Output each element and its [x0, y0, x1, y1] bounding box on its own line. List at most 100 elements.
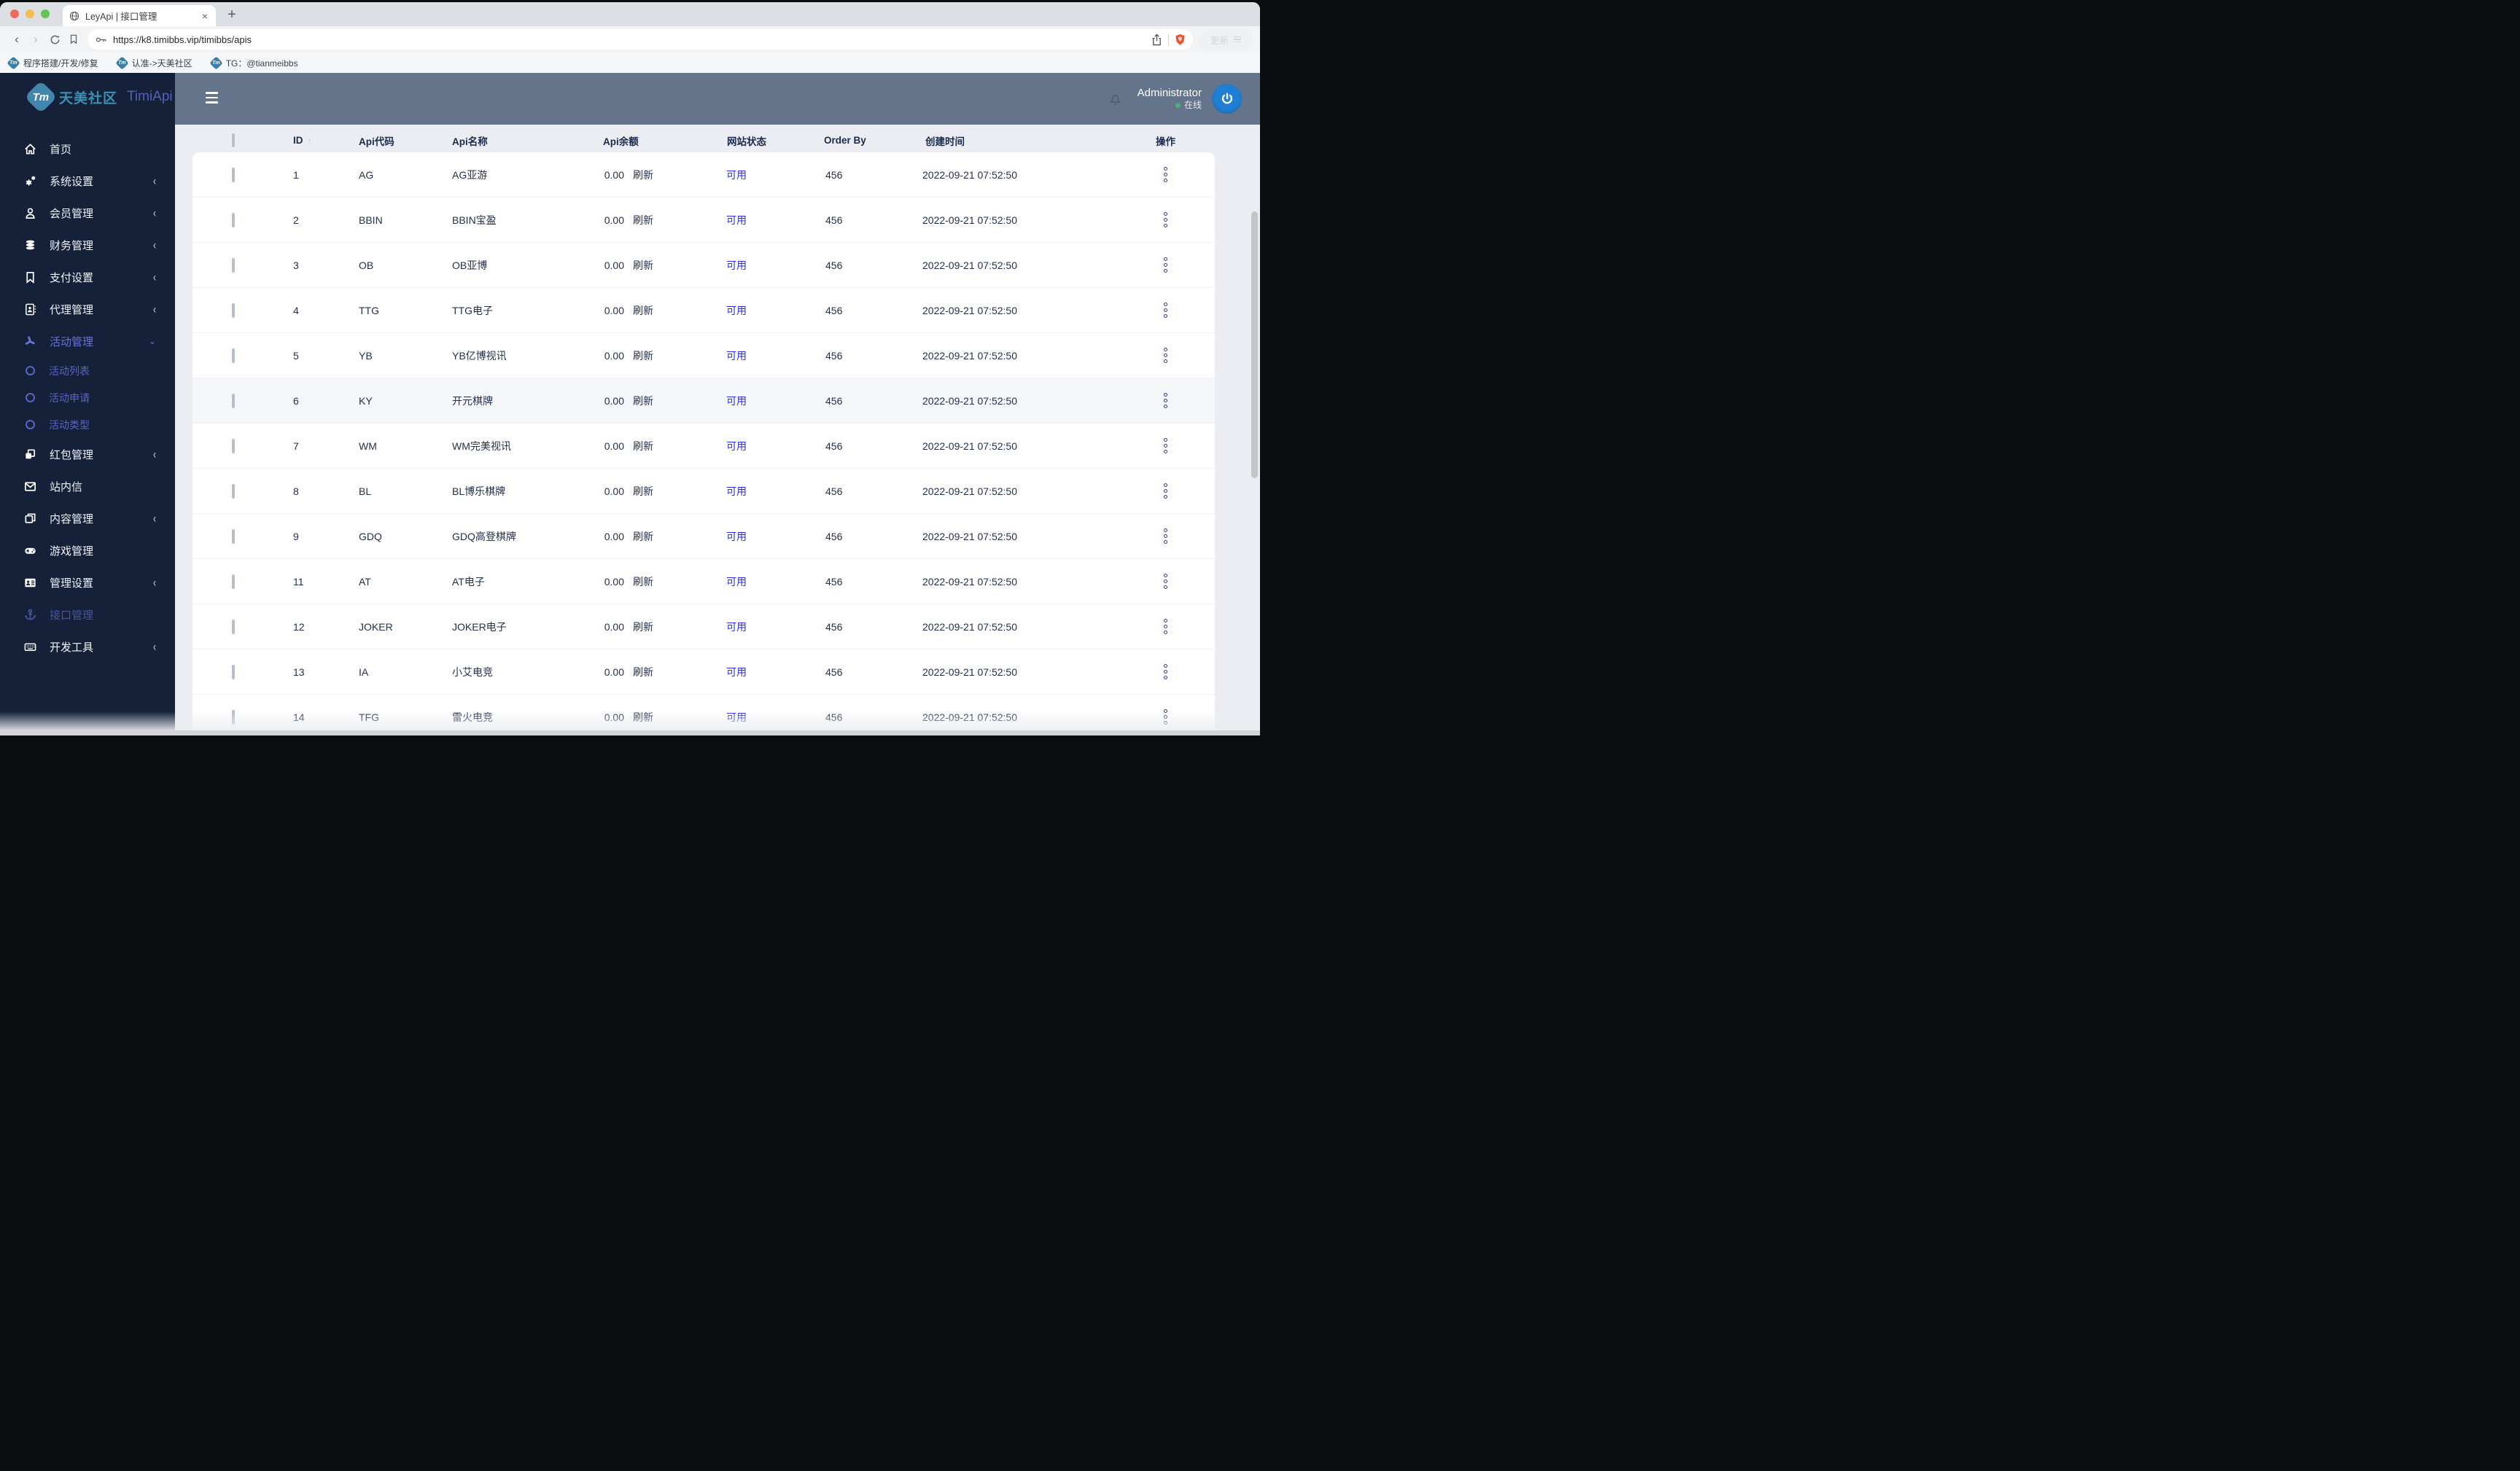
sidebar-item-red-packets[interactable]: 红包管理 ‹ [0, 438, 175, 470]
browser-update-button[interactable]: 更新 [1199, 30, 1253, 49]
cell-order-by: 456 [825, 530, 843, 542]
refresh-link[interactable]: 刷新 [633, 348, 653, 363]
share-icon[interactable] [1151, 33, 1162, 46]
bookmark-page-icon[interactable] [64, 30, 83, 49]
new-tab-button[interactable]: + [222, 4, 242, 25]
cell-order-by: 456 [825, 304, 843, 316]
browser-tab[interactable]: LeyApi | 接口管理 × [63, 5, 216, 26]
row-actions-menu-icon[interactable] [1164, 619, 1168, 634]
hamburger-menu-icon[interactable] [206, 92, 218, 104]
row-actions-menu-icon[interactable] [1164, 709, 1168, 725]
user-icon [23, 206, 37, 220]
refresh-link[interactable]: 刷新 [633, 665, 653, 679]
column-api-code: Api代码 [359, 136, 394, 147]
row-checkbox[interactable] [232, 348, 235, 363]
row-actions-menu-icon[interactable] [1164, 664, 1168, 679]
cell-order-by: 456 [825, 666, 843, 678]
row-actions-menu-icon[interactable] [1164, 257, 1168, 273]
cell-api-name: GDQ高登棋牌 [452, 530, 516, 542]
refresh-link[interactable]: 刷新 [633, 258, 653, 273]
refresh-link[interactable]: 刷新 [633, 529, 653, 544]
zoom-window-button[interactable] [41, 9, 50, 18]
sidebar-item-activity-apply[interactable]: 活动申请 [0, 384, 175, 411]
row-actions-menu-icon[interactable] [1164, 574, 1168, 589]
refresh-link[interactable]: 刷新 [633, 710, 653, 725]
sidebar-item-dev-tools[interactable]: 开发工具 ‹ [0, 631, 175, 663]
bookmark-item[interactable]: Tm TG：@tianmeibbs [209, 55, 298, 70]
sidebar-item-finance[interactable]: 财务管理 ‹ [0, 229, 175, 261]
sidebar-item-activity-types[interactable]: 活动类型 [0, 411, 175, 438]
row-actions-menu-icon[interactable] [1164, 212, 1168, 227]
site-permissions-key-icon[interactable] [95, 36, 107, 44]
sidebar-item-home[interactable]: 首页 [0, 133, 175, 165]
refresh-link[interactable]: 刷新 [633, 620, 653, 634]
forward-button[interactable]: › [26, 30, 45, 49]
refresh-link[interactable]: 刷新 [633, 484, 653, 499]
refresh-link[interactable]: 刷新 [633, 574, 653, 589]
row-actions-menu-icon[interactable] [1164, 348, 1168, 363]
back-button[interactable]: ‹ [7, 30, 26, 49]
row-checkbox[interactable] [232, 167, 235, 182]
row-actions-menu-icon[interactable] [1164, 438, 1168, 453]
sidebar-item-api-management[interactable]: 接口管理 [0, 598, 175, 631]
row-actions-menu-icon[interactable] [1164, 303, 1168, 318]
brave-shield-icon[interactable] [1175, 34, 1186, 46]
row-actions-menu-icon[interactable] [1164, 483, 1168, 499]
sidebar-item-members[interactable]: 会员管理 ‹ [0, 197, 175, 229]
avatar[interactable] [1212, 84, 1242, 114]
cell-api-name: BL博乐棋牌 [452, 485, 506, 497]
row-checkbox[interactable] [232, 619, 235, 634]
sidebar-item-messages[interactable]: 站内信 [0, 470, 175, 502]
refresh-link[interactable]: 刷新 [633, 394, 653, 408]
row-checkbox[interactable] [232, 393, 235, 408]
sidebar-item-payment[interactable]: 支付设置 ‹ [0, 261, 175, 293]
column-id[interactable]: ID [293, 135, 303, 146]
row-checkbox[interactable] [232, 664, 235, 679]
bell-icon[interactable] [1108, 91, 1123, 106]
sort-ascending-icon[interactable]: ↑ [308, 136, 312, 146]
refresh-link[interactable]: 刷新 [633, 439, 653, 453]
row-checkbox[interactable] [232, 709, 235, 725]
cell-id: 8 [293, 485, 299, 497]
refresh-link[interactable]: 刷新 [633, 168, 653, 182]
sidebar-item-label: 财务管理 [50, 239, 94, 252]
reload-button[interactable] [45, 30, 64, 49]
row-actions-menu-icon[interactable] [1164, 528, 1168, 544]
cell-created-at: 2022-09-21 07:52:50 [922, 620, 1017, 633]
bookmark-item[interactable]: Tm 认准->天美社区 [114, 55, 192, 70]
row-checkbox[interactable] [232, 438, 235, 453]
close-window-button[interactable] [10, 9, 19, 18]
cell-id: 14 [293, 711, 305, 723]
sidebar-item-agents[interactable]: 代理管理 ‹ [0, 293, 175, 325]
minimize-window-button[interactable] [26, 9, 34, 18]
row-checkbox[interactable] [232, 257, 235, 273]
refresh-link[interactable]: 刷新 [633, 213, 653, 227]
select-all-checkbox[interactable] [232, 133, 235, 147]
bookmark-item[interactable]: Tm 程序搭建/开发/修复 [7, 55, 98, 70]
sidebar-item-activities[interactable]: 活动管理 ⌄ [0, 325, 175, 357]
home-icon [23, 141, 37, 156]
sidebar-item-admin-settings[interactable]: 管理设置 ‹ [0, 566, 175, 598]
sidebar: Tm 天美社区 TimiApi 首页 系统设置 ‹ 会员管理 ‹ 财务管理 ‹ … [0, 73, 175, 736]
column-created-at: 创建时间 [925, 136, 965, 147]
row-checkbox[interactable] [232, 483, 235, 499]
url-text[interactable]: https://k8.timibbs.vip/timibbs/apis [113, 34, 1151, 45]
row-checkbox[interactable] [232, 528, 235, 544]
row-checkbox[interactable] [232, 303, 235, 318]
user-info[interactable]: Administrator 在线 [1138, 87, 1202, 112]
sidebar-item-content[interactable]: 内容管理 ‹ [0, 502, 175, 534]
sidebar-item-games[interactable]: 游戏管理 [0, 534, 175, 566]
sidebar-item-activity-list[interactable]: 活动列表 [0, 357, 175, 384]
page-scrollbar[interactable] [1251, 211, 1258, 478]
row-actions-menu-icon[interactable] [1164, 167, 1168, 182]
admin-card-icon [23, 575, 37, 590]
row-checkbox[interactable] [232, 212, 235, 227]
sidebar-item-system-settings[interactable]: 系统设置 ‹ [0, 165, 175, 197]
row-actions-menu-icon[interactable] [1164, 393, 1168, 408]
address-bar[interactable]: https://k8.timibbs.vip/timibbs/apis [88, 29, 1193, 50]
sidebar-subitem-label: 活动类型 [49, 418, 90, 431]
refresh-link[interactable]: 刷新 [633, 303, 653, 318]
agent-card-icon [23, 302, 37, 316]
tab-close-icon[interactable]: × [201, 11, 209, 21]
row-checkbox[interactable] [232, 574, 235, 589]
